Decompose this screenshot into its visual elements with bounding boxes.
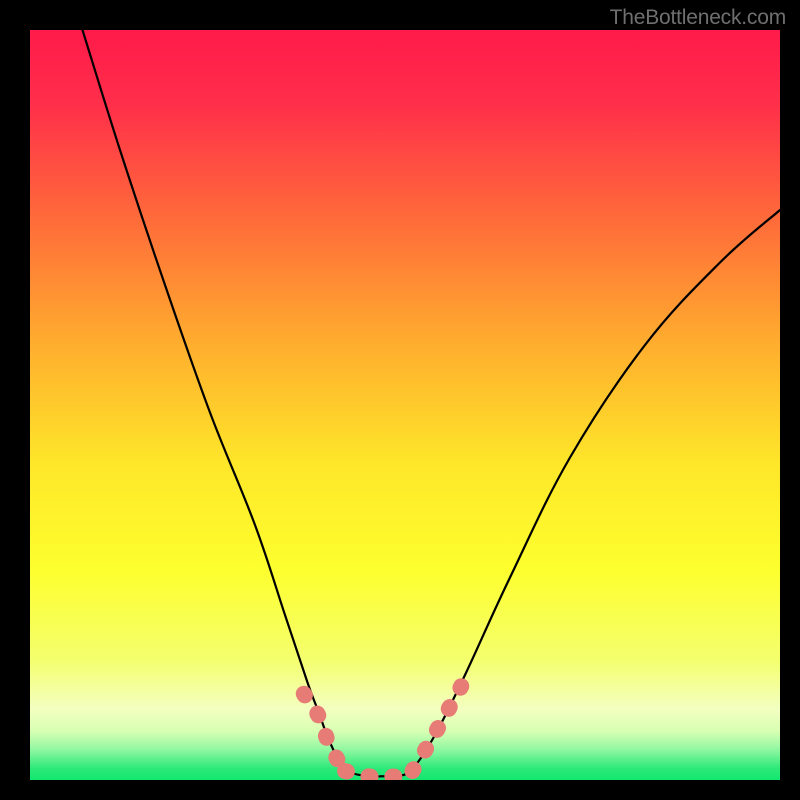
bottleneck-curve xyxy=(83,30,781,777)
watermark-text: TheBottleneck.com xyxy=(610,6,786,30)
highlight-band xyxy=(304,686,462,776)
chart-frame: TheBottleneck.com xyxy=(0,0,800,800)
plot-area xyxy=(30,30,780,780)
curve-layer xyxy=(30,30,780,780)
highlight-segment xyxy=(304,694,345,771)
